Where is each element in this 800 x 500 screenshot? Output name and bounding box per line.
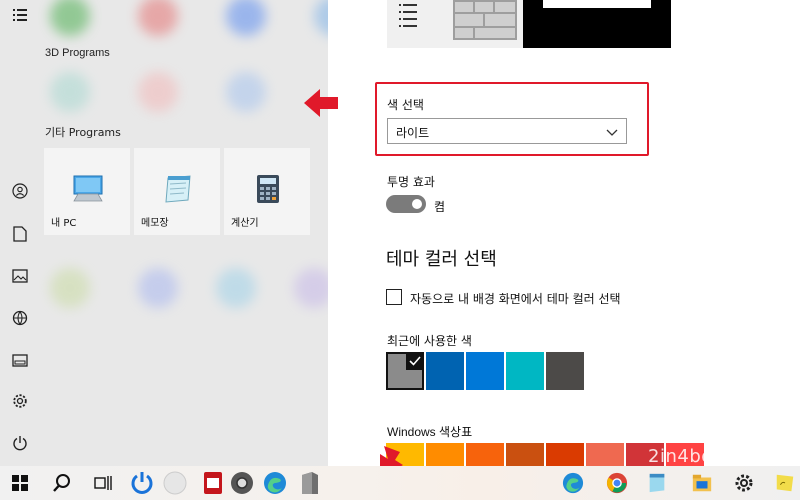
task-view-icon[interactable] xyxy=(90,470,116,496)
highlight-box xyxy=(375,82,649,156)
file-cabinet-icon[interactable] xyxy=(297,470,323,496)
group-title-other: 기타 Programs xyxy=(45,126,121,139)
palette-label: Windows 색상표 xyxy=(387,425,473,439)
auto-accent-label[interactable]: 자동으로 내 배경 화면에서 테마 컬러 선택 xyxy=(410,290,621,307)
file-explorer-icon[interactable] xyxy=(10,350,30,370)
user-icon[interactable] xyxy=(10,181,30,201)
expand-list-icon[interactable] xyxy=(10,5,30,25)
pictures-icon[interactable] xyxy=(10,266,30,286)
transparency-state: 켬 xyxy=(434,200,446,214)
notepad-pinned-icon[interactable] xyxy=(644,470,670,496)
tile-my-pc[interactable]: 내 PC xyxy=(44,148,130,235)
palette-color-swatch[interactable] xyxy=(506,443,544,466)
personalization-settings xyxy=(328,0,800,466)
preview-list-icon xyxy=(399,2,419,32)
tile-label: 계산기 xyxy=(231,218,259,229)
start-rail xyxy=(0,0,40,466)
preview-tiles xyxy=(453,0,517,40)
tile-label: 메모장 xyxy=(141,218,169,229)
calculator-icon xyxy=(256,174,280,209)
tile-notepad[interactable]: 메모장 xyxy=(134,148,220,235)
preview-window xyxy=(523,0,671,48)
palette-color-swatch[interactable] xyxy=(466,443,504,466)
recent-color-swatch[interactable] xyxy=(506,352,544,390)
chrome-browser-icon[interactable] xyxy=(229,470,255,496)
network-icon[interactable] xyxy=(10,308,30,328)
recent-color-swatch[interactable] xyxy=(386,352,424,390)
recent-colors-label: 최근에 사용한 색 xyxy=(387,334,472,348)
tile-calculator[interactable]: 계산기 xyxy=(224,148,310,235)
sticky-notes-icon[interactable] xyxy=(772,470,798,496)
settings-icon[interactable] xyxy=(10,391,30,411)
arrow-left-icon xyxy=(304,88,340,123)
transparency-toggle[interactable] xyxy=(386,195,426,213)
check-icon xyxy=(406,352,424,370)
start-menu: 3D Programs 기타 Programs 내 PC 메모장 계산기 xyxy=(0,0,442,466)
transparency-label: 투명 효과 xyxy=(387,175,435,189)
palette-color-swatch[interactable] xyxy=(426,443,464,466)
document-icon[interactable] xyxy=(10,224,30,244)
palette-color-swatch[interactable] xyxy=(586,443,624,466)
windows-start-icon[interactable] xyxy=(7,470,33,496)
watermark: 2in4boi.com xyxy=(648,446,765,467)
blurred-tiles-3d xyxy=(50,72,314,112)
chrome-pinned-icon[interactable] xyxy=(604,470,630,496)
file-explorer-pinned-icon[interactable] xyxy=(689,470,715,496)
youtube-app-icon[interactable] xyxy=(200,470,226,496)
recent-color-swatch[interactable] xyxy=(546,352,584,390)
taskbar xyxy=(0,466,800,500)
power-app-icon[interactable] xyxy=(129,470,155,496)
group-title-3d: 3D Programs xyxy=(45,47,110,59)
recent-color-swatch[interactable] xyxy=(466,352,504,390)
edge-browser-icon[interactable] xyxy=(262,470,288,496)
blurred-app-icon[interactable] xyxy=(162,470,188,496)
tile-label: 내 PC xyxy=(51,218,77,229)
notepad-icon xyxy=(162,174,194,209)
accent-heading: 테마 컬러 선택 xyxy=(386,249,497,270)
toggle-knob xyxy=(412,199,422,209)
recent-color-swatch[interactable] xyxy=(426,352,464,390)
power-icon[interactable] xyxy=(10,433,30,453)
edge-pinned-icon[interactable] xyxy=(560,470,586,496)
search-icon[interactable] xyxy=(49,470,75,496)
auto-accent-checkbox[interactable] xyxy=(386,289,402,305)
palette-color-swatch[interactable] xyxy=(546,443,584,466)
theme-preview xyxy=(387,0,671,48)
pc-icon xyxy=(72,174,104,209)
settings-gear-icon[interactable] xyxy=(731,470,757,496)
